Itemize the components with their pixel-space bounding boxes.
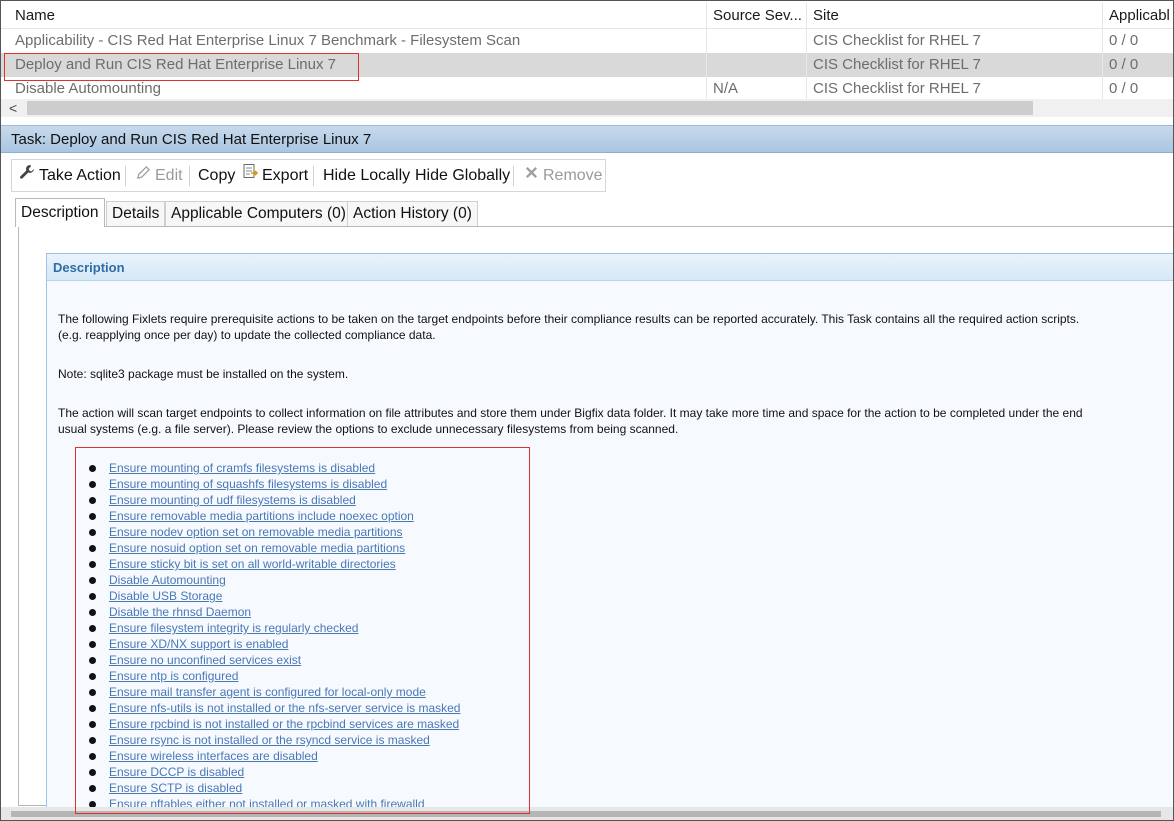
fixlet-link[interactable]: Ensure no unconfined services exist [109,652,301,668]
fixlet-link[interactable]: Ensure rsync is not installed or the rsy… [109,732,430,748]
fixlet-link[interactable]: Ensure nfs-utils is not installed or the… [109,700,460,716]
description-pane: Description The following Fixlets requir… [18,226,1173,813]
scrollbar-thumb[interactable] [11,811,1161,817]
description-text: The following Fixlets require prerequisi… [58,312,1080,326]
row-site: CIS Checklist for RHEL 7 [807,77,1103,101]
tab-details[interactable]: Details [106,201,166,226]
row-severity: N/A [707,77,807,101]
fixlet-link[interactable]: Ensure filesystem integrity is regularly… [109,620,358,636]
task-title-bar: Task: Deploy and Run CIS Red Hat Enterpr… [1,125,1173,153]
bullet-icon [89,689,96,696]
description-box: Description The following Fixlets requir… [46,253,1173,813]
remove-button[interactable]: Remove [522,160,603,191]
console-window: < Name Source Sev... Site Applicabl Appl… [0,0,1174,821]
fixlet-link[interactable]: Ensure DCCP is disabled [109,764,244,780]
fixlet-link[interactable]: Ensure rpcbind is not installed or the r… [109,716,459,732]
bullet-icon [89,577,96,584]
edit-button[interactable]: Edit [134,160,183,191]
bullet-icon [89,705,96,712]
row-severity [707,29,807,53]
hide-globally-button[interactable]: Hide Globally [415,160,510,191]
fixlet-link[interactable]: Ensure wireless interfaces are disabled [109,748,318,764]
bullet-icon [89,513,96,520]
bullet-icon [89,481,96,488]
bullet-icon [89,497,96,504]
bullet-icon [89,657,96,664]
list-row-selected[interactable]: Deploy and Run CIS Red Hat Enterprise Li… [1,53,1173,77]
fixlet-link[interactable]: Ensure SCTP is disabled [109,780,242,796]
bullet-icon [89,465,96,472]
bullet-icon [89,641,96,648]
bullet-icon [89,753,96,760]
close-icon [522,160,540,191]
tab-action-history[interactable]: Action History (0) [347,201,478,226]
toolbar-divider [313,166,314,186]
bullet-icon [89,545,96,552]
tab-applicable-computers[interactable]: Applicable Computers (0) [165,201,352,226]
fixlet-link[interactable]: Disable USB Storage [109,588,222,604]
row-site: CIS Checklist for RHEL 7 [807,29,1103,53]
fixlet-link[interactable]: Ensure mounting of udf filesystems is di… [109,492,356,508]
list-row[interactable]: Disable Automounting N/A CIS Checklist f… [1,77,1173,101]
fixlet-link[interactable]: Ensure removable media partitions includ… [109,508,414,524]
fixlet-link[interactable]: Disable the rhnsd Daemon [109,604,251,620]
pencil-icon [134,160,152,191]
row-severity [707,53,807,77]
fixlet-link[interactable]: Disable Automounting [109,572,226,588]
column-header-site[interactable]: Site [807,3,1103,29]
description-text: usual systems (e.g. a file server). Plea… [58,422,679,436]
description-heading: Description [47,254,1173,281]
bullet-icon [89,625,96,632]
tab-description[interactable]: Description [15,198,105,227]
description-text: (e.g. reapplying once per day) to update… [58,328,436,342]
fixlet-link[interactable]: Ensure nosuid option set on removable me… [109,540,405,556]
row-applicable: 0 / 0 [1109,56,1139,73]
fixlet-link[interactable]: Ensure nodev option set on removable med… [109,524,403,540]
row-name: Disable Automounting [9,77,707,101]
fixlet-link[interactable]: Ensure mounting of squashfs filesystems … [109,476,387,492]
scrollbar-thumb[interactable] [27,101,1033,115]
row-name: Deploy and Run CIS Red Hat Enterprise Li… [9,53,707,77]
toolbar-divider [189,166,190,186]
bullet-icon [89,561,96,568]
column-header-source-severity[interactable]: Source Sev... [707,3,807,29]
list-header: Name Source Sev... Site Applicabl [1,3,1173,29]
task-toolbar: Take Action Edit Copy Export Hide Locall… [11,159,606,192]
row-site: CIS Checklist for RHEL 7 [807,53,1103,77]
copy-button[interactable]: Copy [198,160,235,191]
hide-locally-button[interactable]: Hide Locally [323,160,410,191]
column-header-name[interactable]: Name [9,3,707,29]
wrench-icon [18,160,36,191]
horizontal-scrollbar[interactable]: < [1,99,1173,117]
take-action-button[interactable]: Take Action [18,160,121,191]
description-text: The action will scan target endpoints to… [58,406,1083,420]
fixlet-link[interactable]: Ensure ntp is configured [109,668,238,684]
fixlet-link[interactable]: Ensure XD/NX support is enabled [109,636,288,652]
scroll-left-icon[interactable]: < [9,99,17,117]
bullet-icon [89,593,96,600]
export-button[interactable]: Export [241,160,308,191]
fixlet-link[interactable]: Ensure mail transfer agent is configured… [109,684,426,700]
row-name: Applicability - CIS Red Hat Enterprise L… [9,29,707,53]
note-text: Note: sqlite3 package must be installed … [58,367,349,381]
row-applicable: 0 / 0 [1109,32,1139,49]
list-row[interactable]: Applicability - CIS Red Hat Enterprise L… [1,29,1173,53]
fixlet-list: < Name Source Sev... Site Applicabl Appl… [1,1,1173,119]
bullet-icon [89,721,96,728]
toolbar-divider [513,166,514,186]
row-applicable: 0 / 0 [1109,80,1139,97]
bullet-icon [89,673,96,680]
column-header-applicable[interactable]: Applicabl [1103,3,1173,29]
toolbar-divider [125,166,126,186]
bottom-scrollbar[interactable] [1,807,1173,820]
bullet-icon [89,737,96,744]
bullet-icon [89,529,96,536]
fixlet-link[interactable]: Ensure sticky bit is set on all world-wr… [109,556,396,572]
fixlet-link[interactable]: Ensure mounting of cramfs filesystems is… [109,460,375,476]
bullet-icon [89,769,96,776]
bullet-icon [89,609,96,616]
export-icon [241,160,259,191]
bullet-icon [89,785,96,792]
